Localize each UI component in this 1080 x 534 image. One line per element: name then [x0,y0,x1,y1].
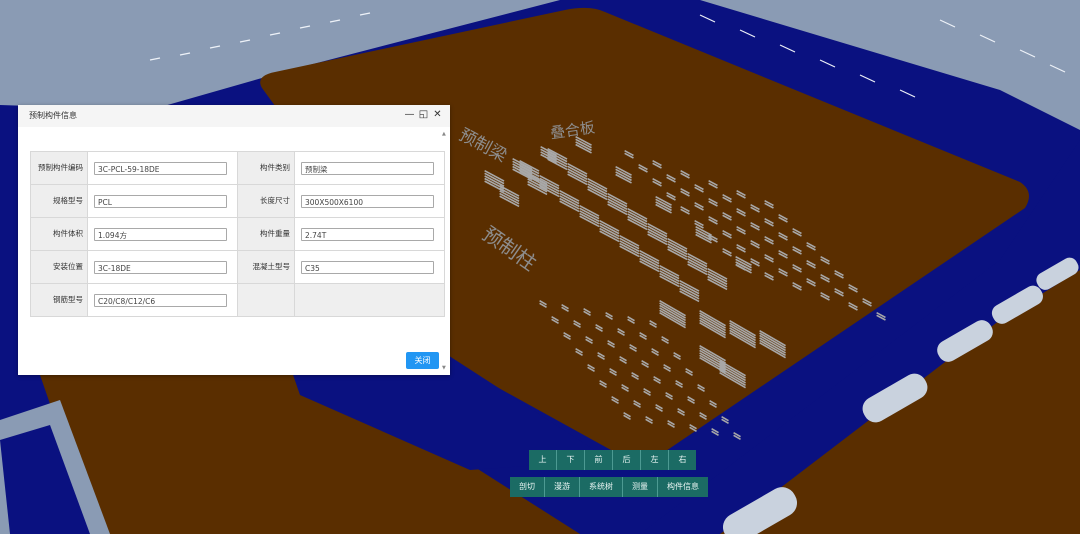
component-code-field[interactable]: 3C-PCL-59-18DE [94,161,227,175]
volume-field[interactable]: 1.094方 [94,227,227,241]
section-cut-button[interactable]: 剖切 [510,477,545,497]
view-back-button[interactable]: 后 [613,450,641,470]
concrete-grade-field[interactable]: C35 [301,260,434,274]
view-toolbar: 上 下 前 后 左 右 [529,450,696,470]
tools-toolbar: 剖切 漫游 系统树 测量 构件信息 [510,477,708,497]
view-right-button[interactable]: 右 [669,450,696,470]
table-row: 预制构件编码 3C-PCL-59-18DE 构件类别 预制梁 [30,151,445,185]
table-row: 构件体积 1.094方 构件重量 2.74T [30,217,445,251]
field-label: 预制构件编码 [30,151,88,185]
field-label: 长度尺寸 [237,184,295,218]
field-label: 构件体积 [30,217,88,251]
table-row: 规格型号 PCL 长度尺寸 300X500X6100 [30,184,445,218]
install-location-field[interactable]: 3C-18DE [94,260,227,274]
component-category-field[interactable]: 预制梁 [301,161,434,175]
measure-button[interactable]: 测量 [623,477,658,497]
view-bottom-button[interactable]: 下 [557,450,585,470]
field-label: 混凝土型号 [237,250,295,284]
view-left-button[interactable]: 左 [641,450,669,470]
scroll-down-icon[interactable]: ▼ [442,365,446,371]
component-info-dialog: 预制构件信息 — ◱ ✕ 预制构件编码 3C-PCL-59-18DE 构件类别 … [18,105,450,375]
maximize-icon[interactable]: ◱ [418,109,429,120]
weight-field[interactable]: 2.74T [301,227,434,241]
minimize-icon[interactable]: — [404,109,415,120]
close-button[interactable]: 关闭 [406,352,439,369]
view-top-button[interactable]: 上 [529,450,557,470]
scroll-up-icon[interactable]: ▲ [442,131,446,137]
spec-model-field[interactable]: PCL [94,194,227,208]
roam-button[interactable]: 漫游 [545,477,580,497]
system-tree-button[interactable]: 系统树 [580,477,623,497]
table-row: 安装位置 3C-18DE 混凝土型号 C35 [30,250,445,284]
field-label: 安装位置 [30,250,88,284]
view-front-button[interactable]: 前 [585,450,613,470]
field-label: 构件重量 [237,217,295,251]
component-info-button[interactable]: 构件信息 [658,477,708,497]
dialog-header: 预制构件信息 — ◱ ✕ [18,105,450,127]
dialog-body: 预制构件编码 3C-PCL-59-18DE 构件类别 预制梁 规格型号 PCL … [18,127,450,375]
table-row: 钢筋型号 C20/C8/C12/C6 [30,283,445,317]
empty-cell [294,283,445,317]
empty-cell [237,283,295,317]
scrollbar[interactable]: ▲ ▼ [442,131,448,371]
field-label: 钢筋型号 [30,283,88,317]
rebar-type-field[interactable]: C20/C8/C12/C6 [94,293,227,307]
field-label: 规格型号 [30,184,88,218]
dialog-title: 预制构件信息 [29,111,77,120]
info-table: 预制构件编码 3C-PCL-59-18DE 构件类别 预制梁 规格型号 PCL … [30,151,445,317]
close-icon[interactable]: ✕ [432,109,443,120]
field-label: 构件类别 [237,151,295,185]
dimensions-field[interactable]: 300X500X6100 [301,194,434,208]
